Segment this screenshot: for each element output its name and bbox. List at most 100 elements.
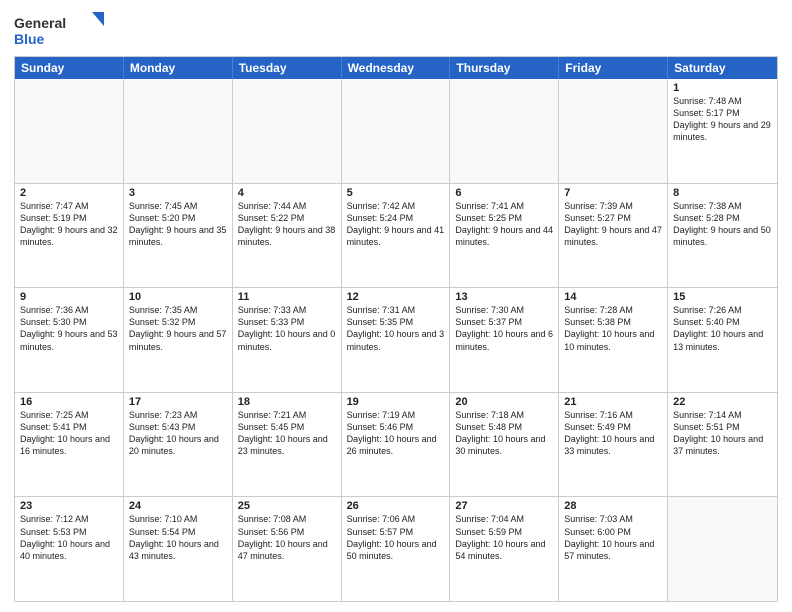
calendar-row-3: 16Sunrise: 7:25 AM Sunset: 5:41 PM Dayli… [15, 392, 777, 497]
day-number: 23 [20, 500, 118, 512]
calendar-day-28: 28Sunrise: 7:03 AM Sunset: 6:00 PM Dayli… [559, 497, 668, 601]
calendar-day-13: 13Sunrise: 7:30 AM Sunset: 5:37 PM Dayli… [450, 288, 559, 392]
day-info: Sunrise: 7:31 AM Sunset: 5:35 PM Dayligh… [347, 304, 445, 353]
day-number: 1 [673, 82, 772, 94]
day-number: 6 [455, 187, 553, 199]
day-number: 4 [238, 187, 336, 199]
calendar-day-25: 25Sunrise: 7:08 AM Sunset: 5:56 PM Dayli… [233, 497, 342, 601]
calendar-cell-empty-0-1 [124, 79, 233, 183]
day-info: Sunrise: 7:08 AM Sunset: 5:56 PM Dayligh… [238, 513, 336, 562]
calendar-day-22: 22Sunrise: 7:14 AM Sunset: 5:51 PM Dayli… [668, 393, 777, 497]
day-info: Sunrise: 7:36 AM Sunset: 5:30 PM Dayligh… [20, 304, 118, 353]
calendar-day-6: 6Sunrise: 7:41 AM Sunset: 5:25 PM Daylig… [450, 184, 559, 288]
day-info: Sunrise: 7:06 AM Sunset: 5:57 PM Dayligh… [347, 513, 445, 562]
weekday-header-thursday: Thursday [450, 57, 559, 79]
day-info: Sunrise: 7:41 AM Sunset: 5:25 PM Dayligh… [455, 200, 553, 249]
calendar-day-15: 15Sunrise: 7:26 AM Sunset: 5:40 PM Dayli… [668, 288, 777, 392]
calendar-day-27: 27Sunrise: 7:04 AM Sunset: 5:59 PM Dayli… [450, 497, 559, 601]
calendar-day-2: 2Sunrise: 7:47 AM Sunset: 5:19 PM Daylig… [15, 184, 124, 288]
day-number: 9 [20, 291, 118, 303]
day-info: Sunrise: 7:14 AM Sunset: 5:51 PM Dayligh… [673, 409, 772, 458]
day-number: 20 [455, 396, 553, 408]
day-number: 8 [673, 187, 772, 199]
calendar-row-2: 9Sunrise: 7:36 AM Sunset: 5:30 PM Daylig… [15, 287, 777, 392]
calendar-day-17: 17Sunrise: 7:23 AM Sunset: 5:43 PM Dayli… [124, 393, 233, 497]
svg-text:General: General [14, 15, 66, 31]
day-number: 11 [238, 291, 336, 303]
day-info: Sunrise: 7:16 AM Sunset: 5:49 PM Dayligh… [564, 409, 662, 458]
day-info: Sunrise: 7:26 AM Sunset: 5:40 PM Dayligh… [673, 304, 772, 353]
day-info: Sunrise: 7:28 AM Sunset: 5:38 PM Dayligh… [564, 304, 662, 353]
day-number: 22 [673, 396, 772, 408]
day-number: 19 [347, 396, 445, 408]
calendar-day-18: 18Sunrise: 7:21 AM Sunset: 5:45 PM Dayli… [233, 393, 342, 497]
day-info: Sunrise: 7:25 AM Sunset: 5:41 PM Dayligh… [20, 409, 118, 458]
calendar-day-4: 4Sunrise: 7:44 AM Sunset: 5:22 PM Daylig… [233, 184, 342, 288]
weekday-header-saturday: Saturday [668, 57, 777, 79]
calendar-day-19: 19Sunrise: 7:19 AM Sunset: 5:46 PM Dayli… [342, 393, 451, 497]
calendar-row-0: 1Sunrise: 7:48 AM Sunset: 5:17 PM Daylig… [15, 79, 777, 183]
svg-text:Blue: Blue [14, 31, 45, 47]
calendar-cell-empty-0-0 [15, 79, 124, 183]
day-number: 27 [455, 500, 553, 512]
day-number: 5 [347, 187, 445, 199]
calendar-cell-empty-0-5 [559, 79, 668, 183]
day-number: 3 [129, 187, 227, 199]
calendar-day-8: 8Sunrise: 7:38 AM Sunset: 5:28 PM Daylig… [668, 184, 777, 288]
day-info: Sunrise: 7:33 AM Sunset: 5:33 PM Dayligh… [238, 304, 336, 353]
day-number: 28 [564, 500, 662, 512]
calendar-day-23: 23Sunrise: 7:12 AM Sunset: 5:53 PM Dayli… [15, 497, 124, 601]
calendar-cell-empty-4-6 [668, 497, 777, 601]
day-info: Sunrise: 7:35 AM Sunset: 5:32 PM Dayligh… [129, 304, 227, 353]
weekday-header-wednesday: Wednesday [342, 57, 451, 79]
weekday-header-tuesday: Tuesday [233, 57, 342, 79]
weekday-header-monday: Monday [124, 57, 233, 79]
day-info: Sunrise: 7:18 AM Sunset: 5:48 PM Dayligh… [455, 409, 553, 458]
calendar-day-26: 26Sunrise: 7:06 AM Sunset: 5:57 PM Dayli… [342, 497, 451, 601]
calendar-row-1: 2Sunrise: 7:47 AM Sunset: 5:19 PM Daylig… [15, 183, 777, 288]
calendar-day-24: 24Sunrise: 7:10 AM Sunset: 5:54 PM Dayli… [124, 497, 233, 601]
calendar-day-21: 21Sunrise: 7:16 AM Sunset: 5:49 PM Dayli… [559, 393, 668, 497]
day-number: 26 [347, 500, 445, 512]
calendar-day-5: 5Sunrise: 7:42 AM Sunset: 5:24 PM Daylig… [342, 184, 451, 288]
day-info: Sunrise: 7:21 AM Sunset: 5:45 PM Dayligh… [238, 409, 336, 458]
day-info: Sunrise: 7:23 AM Sunset: 5:43 PM Dayligh… [129, 409, 227, 458]
page: General Blue SundayMondayTuesdayWednesda… [0, 0, 792, 612]
day-number: 2 [20, 187, 118, 199]
day-info: Sunrise: 7:12 AM Sunset: 5:53 PM Dayligh… [20, 513, 118, 562]
day-number: 12 [347, 291, 445, 303]
day-info: Sunrise: 7:03 AM Sunset: 6:00 PM Dayligh… [564, 513, 662, 562]
day-info: Sunrise: 7:38 AM Sunset: 5:28 PM Dayligh… [673, 200, 772, 249]
day-number: 14 [564, 291, 662, 303]
logo-area: General Blue [14, 10, 104, 50]
calendar-day-9: 9Sunrise: 7:36 AM Sunset: 5:30 PM Daylig… [15, 288, 124, 392]
calendar-cell-empty-0-3 [342, 79, 451, 183]
day-number: 10 [129, 291, 227, 303]
weekday-header-friday: Friday [559, 57, 668, 79]
calendar-day-10: 10Sunrise: 7:35 AM Sunset: 5:32 PM Dayli… [124, 288, 233, 392]
day-number: 18 [238, 396, 336, 408]
day-info: Sunrise: 7:04 AM Sunset: 5:59 PM Dayligh… [455, 513, 553, 562]
day-info: Sunrise: 7:44 AM Sunset: 5:22 PM Dayligh… [238, 200, 336, 249]
day-info: Sunrise: 7:10 AM Sunset: 5:54 PM Dayligh… [129, 513, 227, 562]
day-number: 17 [129, 396, 227, 408]
day-info: Sunrise: 7:30 AM Sunset: 5:37 PM Dayligh… [455, 304, 553, 353]
weekday-header-sunday: Sunday [15, 57, 124, 79]
day-number: 15 [673, 291, 772, 303]
day-info: Sunrise: 7:45 AM Sunset: 5:20 PM Dayligh… [129, 200, 227, 249]
calendar-day-1: 1Sunrise: 7:48 AM Sunset: 5:17 PM Daylig… [668, 79, 777, 183]
calendar-day-20: 20Sunrise: 7:18 AM Sunset: 5:48 PM Dayli… [450, 393, 559, 497]
calendar-row-4: 23Sunrise: 7:12 AM Sunset: 5:53 PM Dayli… [15, 496, 777, 601]
day-info: Sunrise: 7:42 AM Sunset: 5:24 PM Dayligh… [347, 200, 445, 249]
day-number: 25 [238, 500, 336, 512]
calendar-day-16: 16Sunrise: 7:25 AM Sunset: 5:41 PM Dayli… [15, 393, 124, 497]
calendar-day-12: 12Sunrise: 7:31 AM Sunset: 5:35 PM Dayli… [342, 288, 451, 392]
calendar-day-14: 14Sunrise: 7:28 AM Sunset: 5:38 PM Dayli… [559, 288, 668, 392]
calendar-cell-empty-0-4 [450, 79, 559, 183]
calendar-day-7: 7Sunrise: 7:39 AM Sunset: 5:27 PM Daylig… [559, 184, 668, 288]
logo-icon: General Blue [14, 10, 104, 50]
header: General Blue [14, 10, 778, 50]
day-number: 13 [455, 291, 553, 303]
day-info: Sunrise: 7:47 AM Sunset: 5:19 PM Dayligh… [20, 200, 118, 249]
day-info: Sunrise: 7:39 AM Sunset: 5:27 PM Dayligh… [564, 200, 662, 249]
